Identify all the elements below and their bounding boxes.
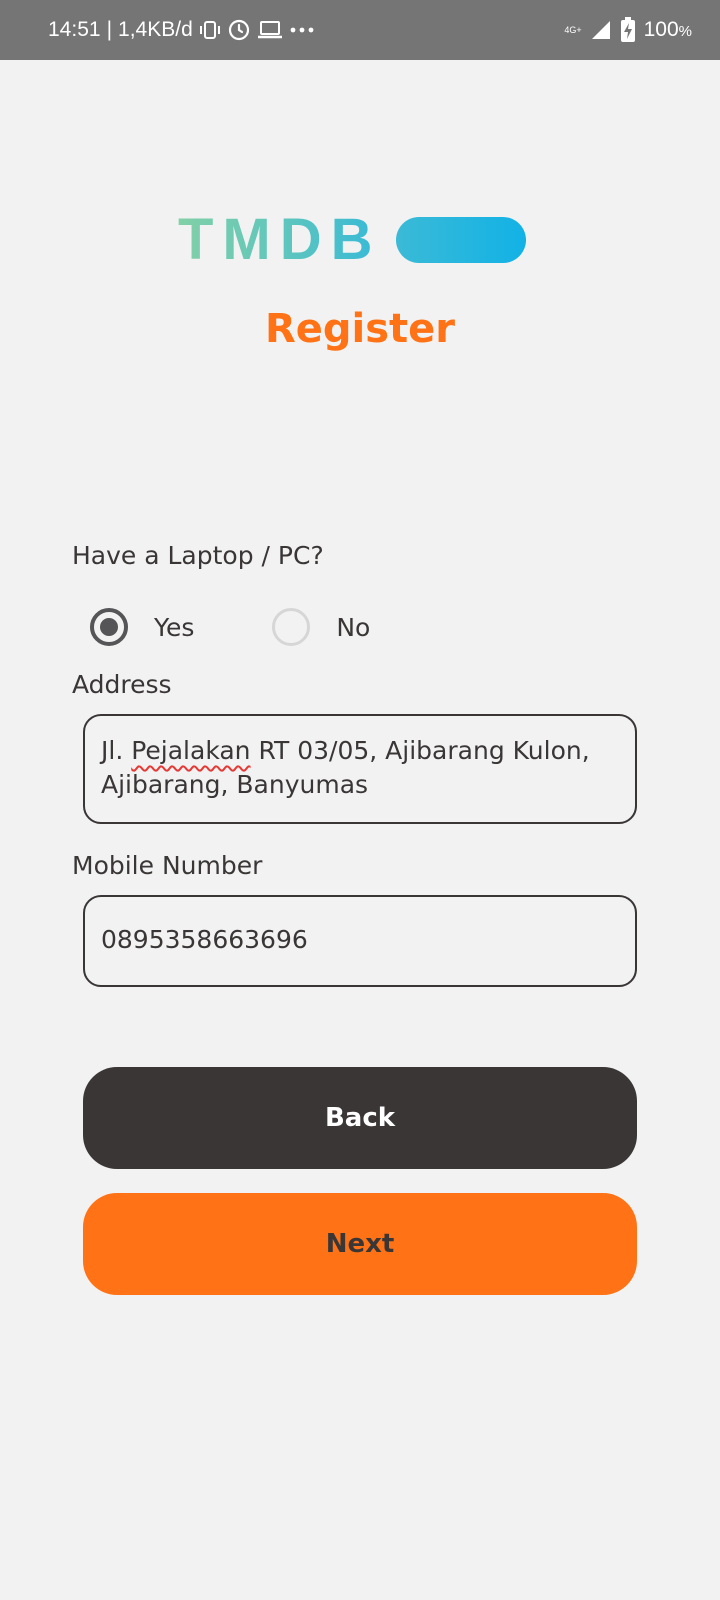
address-label: Address bbox=[72, 670, 172, 699]
laptop-question-label: Have a Laptop / PC? bbox=[72, 541, 324, 570]
app-logo: TMDB bbox=[178, 207, 526, 272]
status-bar-right: 4G+ 100% bbox=[564, 0, 692, 60]
radio-option-no[interactable]: No bbox=[272, 608, 370, 646]
alarm-icon bbox=[227, 18, 251, 42]
vibrate-icon bbox=[199, 19, 221, 41]
mobile-number-field[interactable]: 0895358663696 bbox=[83, 895, 637, 987]
mobile-number-value: 0895358663696 bbox=[101, 925, 308, 954]
battery-unit: % bbox=[678, 23, 692, 40]
back-button[interactable]: Back bbox=[83, 1067, 637, 1169]
signal-icon bbox=[590, 19, 612, 41]
page-title: Register bbox=[264, 306, 456, 352]
network-type-indicator: 4G+ bbox=[564, 24, 582, 35]
logo-text: TMDB bbox=[178, 207, 382, 272]
address-field[interactable]: Jl. Pejalakan RT 03/05, Ajibarang Kulon,… bbox=[83, 714, 637, 824]
laptop-icon bbox=[257, 19, 283, 41]
radio-checked-icon[interactable] bbox=[90, 608, 128, 646]
battery-percent: 100 bbox=[643, 18, 679, 41]
radio-option-yes[interactable]: Yes bbox=[90, 608, 194, 646]
logo-pill-shape bbox=[395, 217, 526, 263]
status-bar: 14:51 | 1,4KB/d 4G+ 100% bbox=[0, 0, 720, 60]
more-dots-icon bbox=[289, 26, 315, 34]
radio-unchecked-icon[interactable] bbox=[272, 608, 311, 646]
battery-charging-icon bbox=[620, 17, 636, 43]
mobile-number-label: Mobile Number bbox=[72, 851, 263, 880]
address-value-misspelled-word: Pejalakan bbox=[131, 736, 251, 765]
status-time: 14:51 bbox=[48, 18, 101, 41]
address-value-prefix: Jl. bbox=[101, 736, 132, 765]
status-network-speed: 1,4KB/d bbox=[118, 18, 193, 41]
radio-label-no: No bbox=[336, 612, 371, 642]
radio-label-yes: Yes bbox=[154, 612, 195, 642]
battery-level: 100% bbox=[644, 18, 692, 42]
status-bar-left: 14:51 | 1,4KB/d bbox=[48, 0, 315, 60]
network-type-label: 4G+ bbox=[564, 24, 582, 35]
status-separator: | bbox=[106, 18, 113, 41]
laptop-radio-group: Yes No bbox=[90, 607, 370, 647]
next-button[interactable]: Next bbox=[83, 1193, 637, 1295]
